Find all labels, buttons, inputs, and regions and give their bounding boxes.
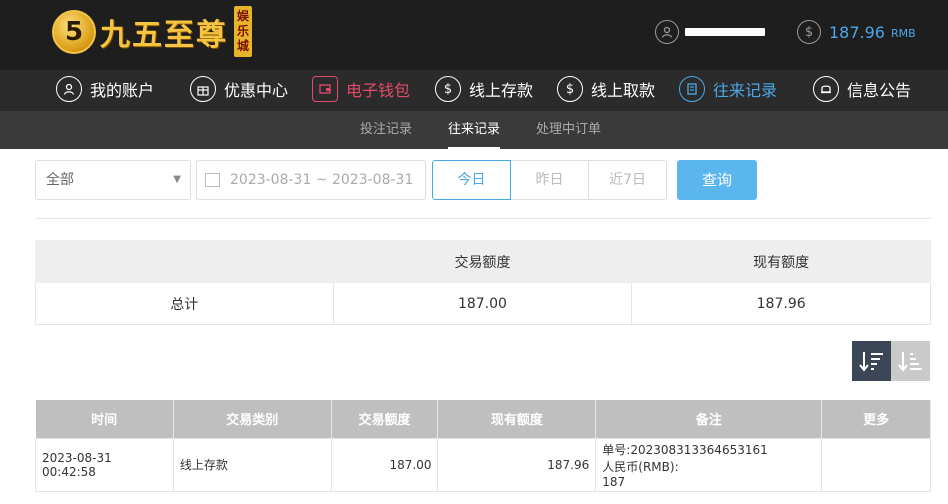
type-select[interactable]: 全部 ▼ [35, 160, 191, 200]
date-range-value: 2023-08-31 ~ 2023-08-31 [230, 172, 414, 188]
nav-promotions[interactable]: 优惠中心 [190, 76, 288, 102]
yesterday-button[interactable]: 昨日 [510, 160, 589, 200]
summary-total-amount: 187.00 [332, 282, 633, 325]
subtab-pending-orders[interactable]: 处理中订单 [536, 111, 601, 149]
date-quick-select: 今日 昨日 近7日 [432, 160, 667, 200]
summary-header: 交易额度 现有额度 [35, 240, 931, 283]
nav-deposit[interactable]: $ 线上存款 [435, 76, 533, 102]
subtab-transaction-records[interactable]: 往来记录 [448, 111, 501, 149]
brand-logo[interactable]: 5 九五至尊 娱乐城 [52, 6, 252, 57]
bell-icon [813, 76, 839, 102]
summary-total-label: 总计 [35, 282, 334, 325]
dollar-icon: $ [797, 20, 821, 44]
summary-total-balance: 187.96 [631, 282, 931, 325]
nav-e-wallet[interactable]: 电子钱包 [312, 76, 410, 102]
sub-nav: 投注记录 往来记录 处理中订单 [0, 111, 948, 149]
sort-toggle [852, 341, 930, 381]
col-note: 备注 [595, 400, 823, 438]
nav-label: 线上取款 [591, 81, 656, 100]
balance-unit: RMB [890, 27, 916, 40]
table-row: 2023-08-31 00:42:58 线上存款 187.00 187.96 单… [35, 437, 931, 492]
brand-name: 九五至尊 [100, 17, 228, 53]
nav-withdraw[interactable]: $ 线上取款 [557, 76, 655, 102]
summary-table: 交易额度 现有额度 总计 187.00 187.96 [35, 240, 931, 325]
divider [35, 218, 931, 219]
records-header: 时间 交易类别 交易额度 现有额度 备注 更多 [35, 400, 931, 438]
row-more[interactable] [821, 437, 931, 492]
col-time: 时间 [35, 400, 174, 438]
caret-down-icon: ▼ [173, 174, 181, 185]
row-type: 线上存款 [172, 437, 332, 492]
row-amount: 187.00 [330, 437, 439, 492]
nav-my-account[interactable]: 我的账户 [56, 76, 154, 102]
col-type: 交易类别 [173, 400, 332, 438]
header-bar: 5 九五至尊 娱乐城 $ 187.96 RMB [0, 0, 948, 70]
logo-coin-icon: 5 [52, 9, 96, 54]
wallet-icon [312, 76, 338, 102]
nav-records[interactable]: 往来记录 [679, 76, 777, 102]
withdraw-icon: $ [557, 76, 583, 102]
calendar-icon [205, 173, 220, 187]
sort-ascending-icon[interactable] [891, 341, 930, 381]
sort-descending-icon[interactable] [852, 341, 891, 381]
row-balance: 187.96 [437, 437, 597, 492]
query-button[interactable]: 查询 [677, 160, 757, 200]
records-table: 时间 交易类别 交易额度 现有额度 备注 更多 2023-08-31 00:42… [35, 400, 931, 492]
record-icon [679, 76, 705, 102]
summary-header-balance: 现有额度 [631, 240, 931, 283]
last-7-days-button[interactable]: 近7日 [588, 160, 667, 200]
col-more: 更多 [821, 400, 931, 438]
gift-icon [190, 76, 216, 102]
username-redacted [685, 28, 765, 36]
col-amount: 交易额度 [331, 400, 439, 438]
user-icon [56, 76, 82, 102]
row-time: 2023-08-31 00:42:58 [35, 437, 174, 492]
note-order-number: 单号:202308313364653161 [602, 442, 768, 457]
filter-bar: 全部 ▼ 2023-08-31 ~ 2023-08-31 今日 昨日 近7日 查… [35, 160, 757, 200]
balance-display: $ 187.96 RMB [797, 20, 916, 44]
nav-label: 信息公告 [847, 81, 912, 100]
brand-badge: 娱乐城 [234, 6, 252, 57]
col-balance: 现有额度 [437, 400, 597, 438]
note-currency-label: 人民币(RMB): [602, 459, 679, 474]
note-currency-amount: 187 [602, 474, 626, 489]
summary-row: 总计 187.00 187.96 [35, 282, 931, 325]
subtab-bet-records[interactable]: 投注记录 [360, 111, 412, 149]
summary-header-amount: 交易额度 [332, 240, 633, 283]
user-info[interactable] [655, 20, 765, 44]
type-select-value: 全部 [46, 172, 74, 188]
row-note: 单号:202308313364653161 人民币(RMB): 187 [595, 437, 823, 492]
balance-value: 187.96 [829, 22, 885, 42]
summary-header-blank [35, 240, 334, 283]
nav-label: 往来记录 [713, 81, 778, 100]
today-button[interactable]: 今日 [432, 160, 511, 200]
deposit-icon: $ [435, 76, 461, 102]
date-range-input[interactable]: 2023-08-31 ~ 2023-08-31 [196, 160, 426, 200]
nav-announcements[interactable]: 信息公告 [813, 76, 911, 102]
nav-label: 优惠中心 [224, 81, 289, 100]
user-icon [655, 20, 679, 44]
nav-label: 电子钱包 [346, 81, 411, 100]
nav-label: 我的账户 [90, 81, 155, 100]
nav-label: 线上存款 [469, 81, 534, 100]
